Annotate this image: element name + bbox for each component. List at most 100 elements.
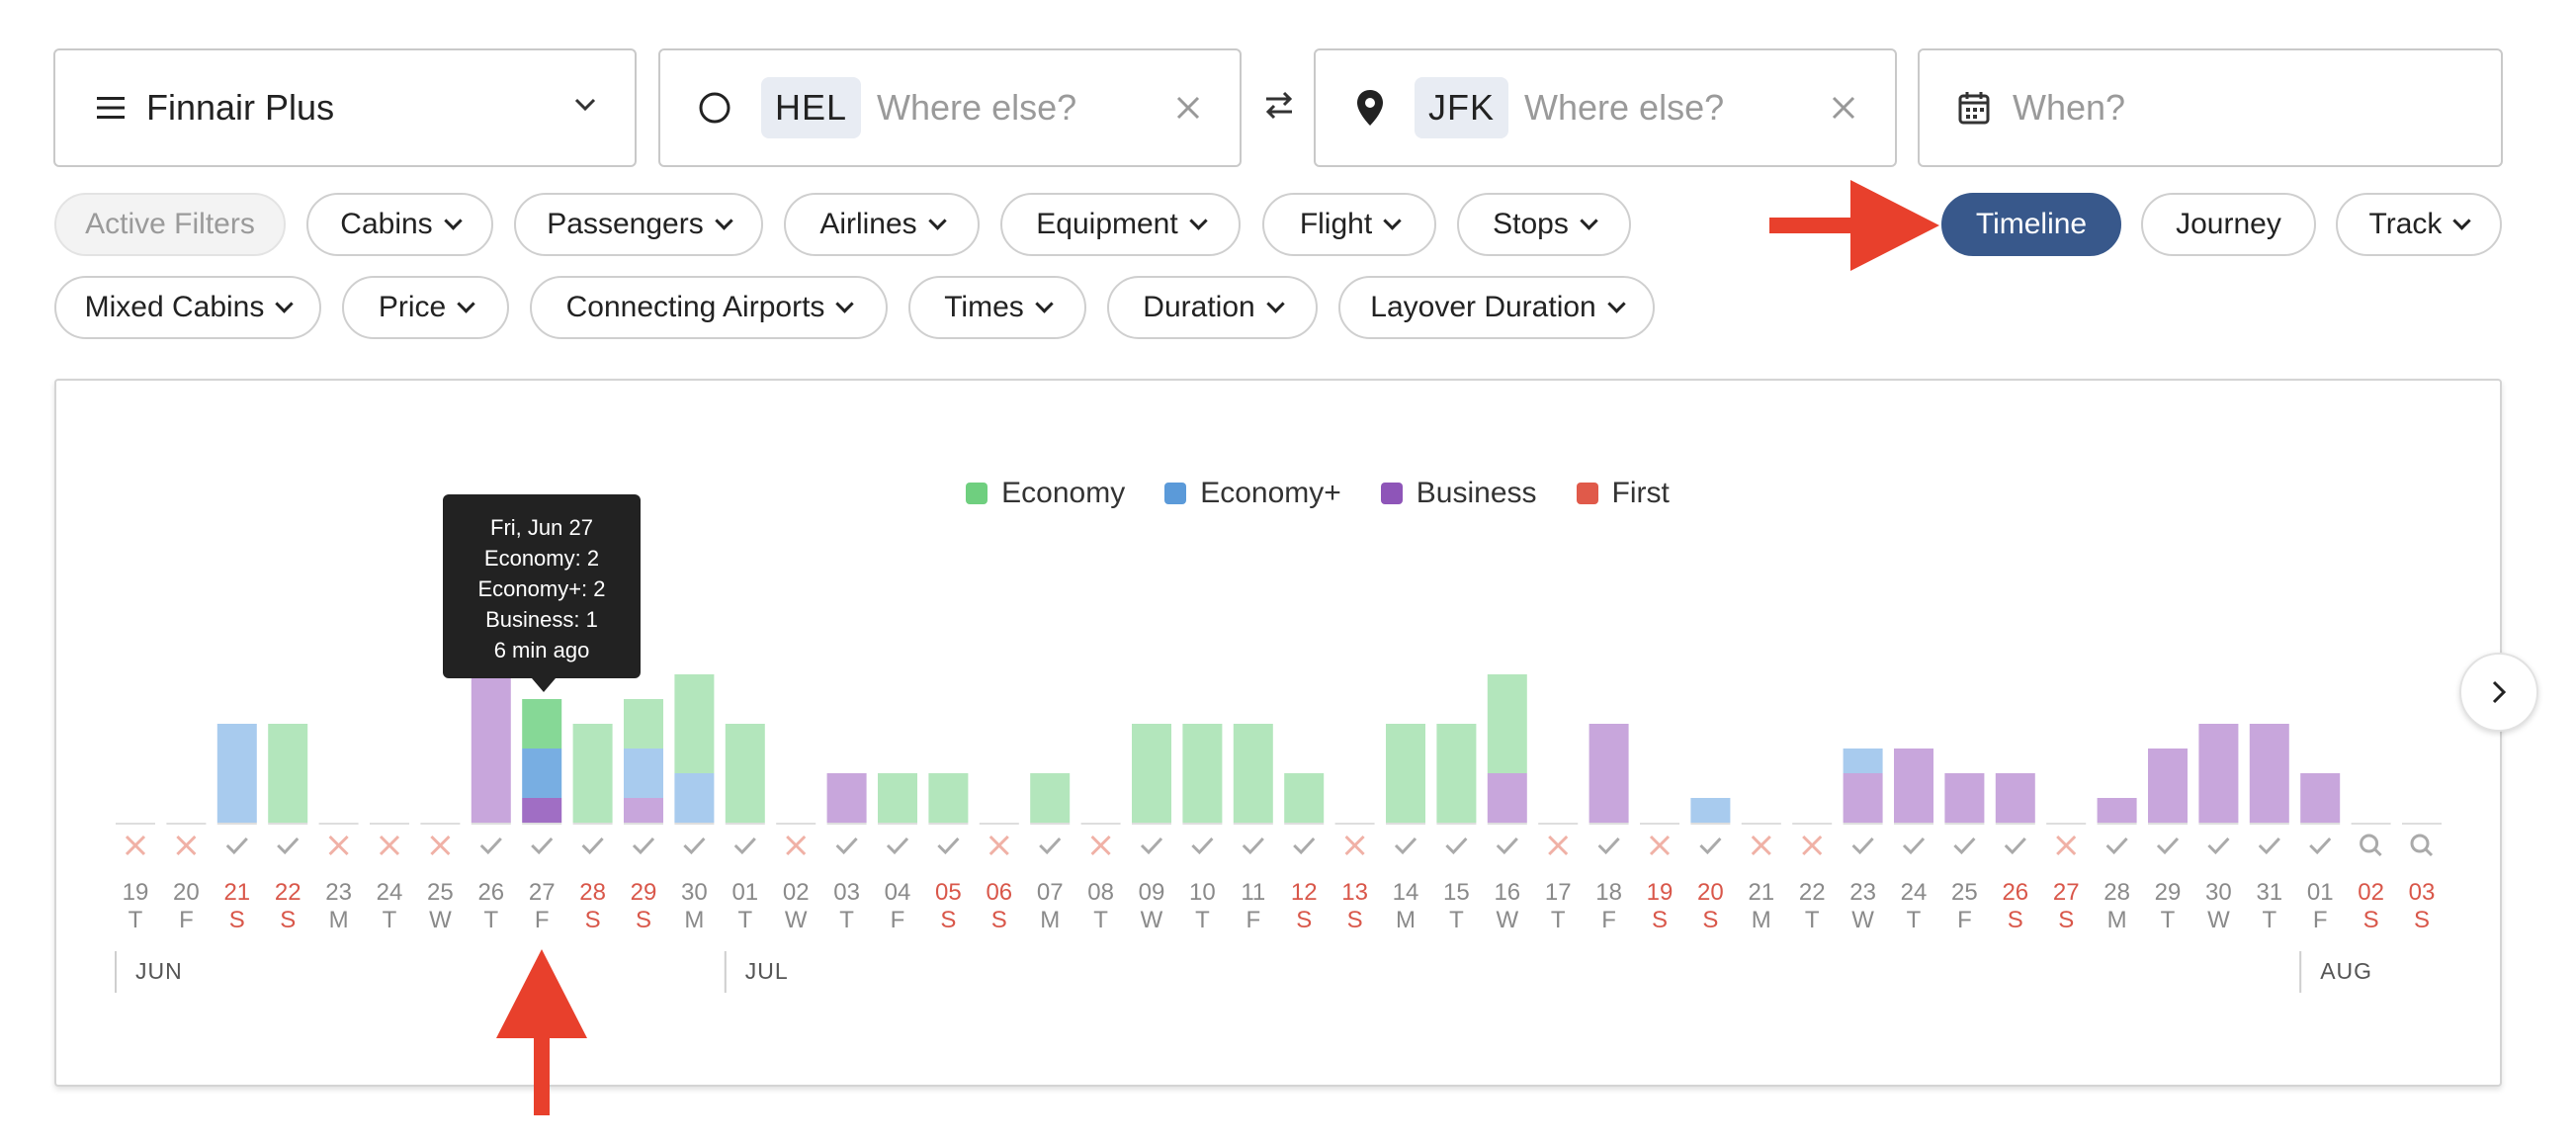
checked-icon	[2309, 837, 2332, 855]
day-number-label: 23	[1849, 879, 1876, 906]
checked-icon	[886, 837, 909, 855]
weekday-label: S	[229, 907, 245, 933]
weekday-label: S	[2414, 907, 2430, 933]
checked-icon	[531, 837, 554, 855]
day-number-label: 13	[1341, 879, 1368, 906]
weekday-label: S	[1296, 907, 1312, 933]
day-number-label: 30	[2205, 879, 2232, 906]
checked-icon	[1191, 837, 1214, 855]
tooltip-updated: 6 min ago	[493, 638, 590, 662]
legend-label: Business	[1416, 477, 1537, 509]
date-tooltip: Fri, Jun 27 Economy: 2 Economy+: 2 Busin…	[443, 494, 641, 692]
business-bar	[1843, 773, 1883, 823]
unavailable-x-icon	[1090, 835, 1111, 856]
checked-icon	[1394, 837, 1417, 855]
weekday-label: S	[2058, 907, 2074, 933]
business-bar	[2249, 724, 2289, 823]
next-page-button[interactable]	[2459, 653, 2538, 732]
day-number-label: 26	[2002, 879, 2028, 906]
day-number-label: 21	[223, 879, 250, 906]
weekday-label: F	[1957, 907, 1972, 933]
economy-swatch	[966, 483, 988, 504]
day-number-label: 06	[986, 879, 1012, 906]
checked-icon	[2004, 837, 2026, 855]
search-icon	[2360, 834, 2379, 853]
weekday-label: T	[1449, 907, 1464, 933]
economy-bar	[1436, 724, 1477, 823]
day-number-label: 05	[935, 879, 962, 906]
economy-bar	[725, 724, 765, 823]
day-number-label: 23	[325, 879, 352, 906]
weekday-label: T	[2262, 907, 2276, 933]
legend-first: First	[1576, 477, 1670, 510]
unavailable-x-icon	[176, 835, 197, 856]
month-label: JUN	[135, 958, 183, 984]
day-number-label: 19	[123, 879, 149, 906]
business-bar	[2148, 749, 2188, 823]
checked-icon	[1699, 837, 1722, 855]
checked-icon	[2207, 837, 2230, 855]
business-bar	[1589, 724, 1629, 823]
day-number-label: 21	[1748, 879, 1774, 906]
checked-icon	[632, 837, 655, 855]
weekday-label: T	[383, 907, 397, 933]
legend-label: Economy+	[1200, 477, 1341, 509]
weekday-label: S	[280, 907, 296, 933]
weekday-label: S	[940, 907, 956, 933]
business-bar	[2097, 798, 2137, 823]
day-number-label: 29	[2155, 879, 2182, 906]
day-number-label: 22	[1799, 879, 1826, 906]
legend-label: Economy	[1001, 477, 1126, 509]
weekday-label: W	[1141, 907, 1163, 933]
legend-economy-plus: Economy+	[1164, 477, 1341, 510]
weekday-label: T	[1551, 907, 1566, 933]
economy-bar	[1386, 724, 1425, 823]
economy-bar	[928, 773, 969, 823]
weekday-label: T	[1195, 907, 1210, 933]
checked-icon	[2105, 837, 2128, 855]
weekday-label: F	[535, 907, 550, 933]
unavailable-x-icon	[1802, 835, 1823, 856]
unavailable-x-icon	[988, 835, 1009, 856]
business-swatch	[1380, 483, 1403, 504]
day-number-label: 16	[1494, 879, 1520, 906]
search-icon	[2410, 834, 2430, 853]
weekday-label: F	[1245, 907, 1260, 933]
checked-icon	[835, 837, 858, 855]
search-icon-handle	[2373, 847, 2382, 857]
checked-icon	[937, 837, 960, 855]
economy-bar	[624, 699, 663, 749]
economy-plus-bar	[522, 749, 562, 798]
day-number-label: 25	[1951, 879, 1978, 906]
economy-bar	[1233, 724, 1273, 823]
weekday-label: T	[1093, 907, 1108, 933]
weekday-label: T	[2161, 907, 2176, 933]
economy-plus-swatch	[1164, 483, 1187, 504]
weekday-label: S	[1652, 907, 1668, 933]
weekday-label: M	[1040, 907, 1060, 933]
day-number-label: 07	[1037, 879, 1064, 906]
legend-economy: Economy	[966, 477, 1125, 510]
checked-icon	[1242, 837, 1264, 855]
unavailable-x-icon	[786, 835, 807, 856]
economy-plus-bar	[216, 724, 257, 823]
economy-plus-bar	[1843, 749, 1883, 773]
economy-plus-bar	[674, 773, 715, 823]
weekday-label: W	[2207, 907, 2230, 933]
checked-icon	[225, 837, 248, 855]
search-icon-handle	[2424, 847, 2434, 857]
weekday-label: F	[1601, 907, 1616, 933]
day-number-label: 10	[1189, 879, 1216, 906]
day-number-label: 30	[681, 879, 708, 906]
weekday-label: T	[839, 907, 854, 933]
checked-icon	[2156, 837, 2180, 855]
weekday-label: S	[585, 907, 601, 933]
business-bar	[1487, 773, 1527, 823]
unavailable-x-icon	[125, 835, 146, 856]
business-bar	[2300, 773, 2341, 823]
chart-legend: Economy Economy+ Business First	[0, 477, 2576, 510]
day-number-label: 28	[579, 879, 606, 906]
checked-icon	[2258, 837, 2280, 855]
day-number-label: 27	[2053, 879, 2080, 906]
tooltip-business: Business: 1	[485, 607, 598, 632]
